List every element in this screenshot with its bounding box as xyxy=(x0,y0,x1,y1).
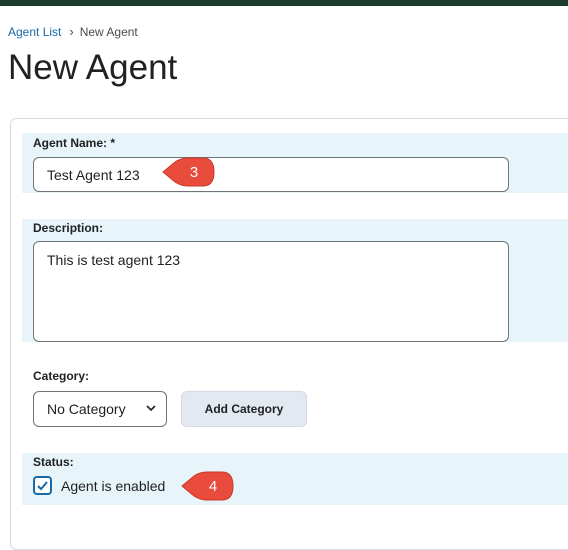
callout-step-3: 3 xyxy=(189,164,199,181)
checkmark-icon xyxy=(37,481,48,491)
agent-name-label: Agent Name: * xyxy=(33,136,116,150)
status-checkbox[interactable] xyxy=(33,476,52,495)
category-label: Category: xyxy=(33,369,90,383)
description-value: This is test agent 123 xyxy=(47,252,181,268)
category-select[interactable]: No Category xyxy=(33,391,167,427)
agent-name-input[interactable]: Test Agent 123 xyxy=(33,157,509,192)
breadcrumb-agent-list-link[interactable]: Agent List xyxy=(8,25,61,39)
agent-name-value: Test Agent 123 xyxy=(47,167,140,183)
breadcrumb: Agent List › New Agent xyxy=(8,24,138,39)
top-bar xyxy=(0,0,568,6)
description-label: Description: xyxy=(33,221,104,235)
add-category-button[interactable]: Add Category xyxy=(181,391,307,427)
add-category-label: Add Category xyxy=(204,402,284,416)
chevron-down-icon xyxy=(146,405,156,412)
breadcrumb-current: New Agent xyxy=(79,24,138,39)
page-title: New Agent xyxy=(8,48,178,87)
category-selected-value: No Category xyxy=(47,401,126,417)
status-checkbox-label: Agent is enabled xyxy=(61,478,166,494)
status-label: Status: xyxy=(33,455,74,469)
breadcrumb-separator: › xyxy=(69,24,74,39)
callout-step-4: 4 xyxy=(208,478,218,495)
description-textarea[interactable]: This is test agent 123 xyxy=(33,241,509,342)
